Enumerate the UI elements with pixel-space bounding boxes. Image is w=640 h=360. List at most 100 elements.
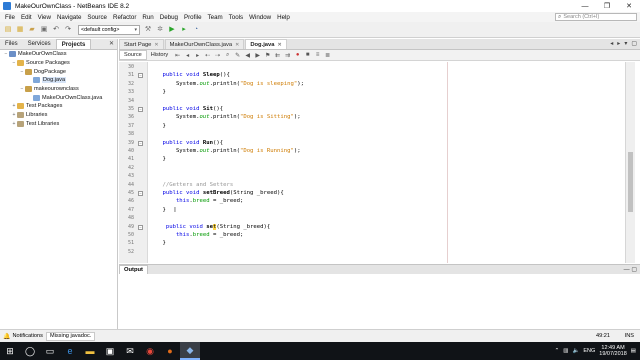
code-line[interactable]: }: [149, 123, 165, 129]
menu-profile[interactable]: Profile: [181, 14, 205, 21]
fold-toggle-icon[interactable]: −: [138, 107, 143, 112]
undo-icon[interactable]: ↶: [51, 25, 61, 35]
tree-node[interactable]: − DogPackage: [0, 67, 117, 76]
code-line[interactable]: this.breed = _breed;: [149, 198, 243, 204]
code-line[interactable]: System.out.println("Dog is Sitting");: [149, 114, 301, 120]
code-line[interactable]: public void set(String _breed){: [149, 223, 270, 230]
menu-team[interactable]: Team: [205, 14, 226, 21]
tab-makeourownclass-java[interactable]: MakeOurOwnClass.java ✕: [164, 39, 245, 49]
scroll-right-icon[interactable]: ▸: [617, 39, 620, 49]
search-icon[interactable]: ◯: [20, 342, 40, 360]
tab-files[interactable]: Files: [0, 39, 23, 49]
code-editor[interactable]: public void Sleep(){ System.out.println(…: [149, 62, 625, 263]
media-player-icon[interactable]: ●: [160, 342, 180, 360]
tree-node[interactable]: + Test Libraries: [0, 120, 117, 129]
volume-icon[interactable]: 🔈: [572, 348, 579, 354]
debug-icon[interactable]: ▸: [179, 25, 189, 35]
uncomment-icon[interactable]: ≣: [323, 51, 332, 59]
close-icon[interactable]: ✕: [620, 0, 638, 12]
code-line[interactable]: //Getters and Setters: [149, 182, 233, 188]
code-line[interactable]: System.out.println("Dog is sleeping");: [149, 81, 304, 87]
run-icon[interactable]: ▶: [167, 25, 177, 35]
last-edit-icon[interactable]: ⇤: [173, 51, 182, 59]
search-input[interactable]: ⌕ Search (Ctrl+I): [555, 13, 637, 21]
redo-icon[interactable]: ↷: [63, 25, 73, 35]
close-icon[interactable]: ✕: [277, 42, 281, 48]
tree-node[interactable]: − makeourownclass: [0, 85, 117, 94]
tab-list-icon[interactable]: ▾: [624, 39, 627, 49]
tree-node[interactable]: Dog.java: [0, 76, 117, 85]
menu-tools[interactable]: Tools: [226, 14, 246, 21]
action-center-icon[interactable]: ▤: [631, 348, 636, 354]
menu-file[interactable]: File: [2, 14, 18, 21]
network-icon[interactable]: ▥: [563, 348, 568, 354]
previous-bookmark-icon[interactable]: ◀: [243, 51, 252, 59]
output-area[interactable]: [119, 274, 640, 329]
menu-edit[interactable]: Edit: [18, 14, 35, 21]
edge-browser-icon[interactable]: e: [60, 342, 80, 360]
file-explorer-icon[interactable]: ▬: [80, 342, 100, 360]
close-icon[interactable]: ✕: [154, 42, 158, 48]
menu-source[interactable]: Source: [84, 14, 110, 21]
new-file-icon[interactable]: ▤: [3, 25, 13, 35]
tab-output[interactable]: Output: [119, 264, 148, 275]
minimize-panel-icon[interactable]: — ▢: [624, 266, 640, 273]
close-icon[interactable]: ✕: [235, 42, 239, 48]
language-indicator[interactable]: ENG: [583, 348, 595, 354]
menu-debug[interactable]: Debug: [157, 14, 181, 21]
tree-node[interactable]: − MakeOurOwnClass: [0, 50, 117, 59]
find-previous-icon[interactable]: ⇠: [203, 51, 212, 59]
fold-toggle-icon[interactable]: −: [138, 191, 143, 196]
shift-left-icon[interactable]: ⇇: [273, 51, 282, 59]
menu-refactor[interactable]: Refactor: [110, 14, 139, 21]
tab-services[interactable]: Services: [23, 39, 56, 49]
code-line[interactable]: public void Sleep(){: [149, 72, 229, 78]
code-line[interactable]: }: [149, 240, 165, 246]
fold-toggle-icon[interactable]: −: [138, 224, 143, 230]
menu-run[interactable]: Run: [139, 14, 156, 21]
clock[interactable]: 12:49 AM 19/07/2018: [599, 345, 627, 358]
tree-node[interactable]: − Source Packages: [0, 59, 117, 68]
menu-window[interactable]: Window: [246, 14, 274, 21]
config-select[interactable]: <default config> ▾: [78, 24, 140, 35]
save-all-icon[interactable]: ▣: [39, 25, 49, 35]
code-line[interactable]: System.out.println("Dog is Running");: [149, 148, 301, 154]
tree-node[interactable]: MakeOurOwnClass.java: [0, 93, 117, 102]
next-bookmark-icon[interactable]: ▶: [253, 51, 262, 59]
maximize-icon[interactable]: ❐: [598, 0, 616, 12]
code-line[interactable]: public void setBreed(String _breed){: [149, 190, 283, 196]
build-icon[interactable]: ⚒: [143, 25, 153, 35]
editor-scrollbar[interactable]: [625, 62, 635, 263]
chrome-icon[interactable]: ◉: [140, 342, 160, 360]
minimize-icon[interactable]: —: [576, 0, 594, 12]
code-line[interactable]: public void Sit(){: [149, 106, 223, 112]
clean-build-icon[interactable]: ✲: [155, 25, 165, 35]
chevron-up-icon[interactable]: ⌃: [555, 348, 560, 354]
close-panel-icon[interactable]: ✕: [109, 39, 117, 49]
start-macro-icon[interactable]: ●: [293, 51, 302, 59]
menu-view[interactable]: View: [35, 14, 54, 21]
code-line[interactable]: }: [149, 156, 165, 162]
find-next-icon[interactable]: ⇢: [213, 51, 222, 59]
notifications-button[interactable]: 🔔 Notifications: [0, 333, 46, 340]
toggle-bookmark-icon[interactable]: ⚑: [263, 51, 272, 59]
windows-start-icon[interactable]: ⊞: [0, 342, 20, 360]
fold-toggle-icon[interactable]: −: [138, 73, 143, 79]
find-selection-icon[interactable]: ⌕: [223, 51, 232, 59]
store-icon[interactable]: ▣: [100, 342, 120, 360]
open-project-icon[interactable]: ▰: [27, 25, 37, 35]
profile-icon[interactable]: ◔: [191, 25, 201, 35]
code-line[interactable]: public void Run(){: [149, 140, 223, 146]
comment-icon[interactable]: ≡: [313, 51, 322, 59]
tree-node[interactable]: + Test Packages: [0, 102, 117, 111]
stop-macro-icon[interactable]: ■: [303, 51, 312, 59]
netbeans-taskbar-icon[interactable]: ◆: [180, 342, 200, 360]
forward-icon[interactable]: ▸: [193, 51, 202, 59]
maximize-editor-icon[interactable]: ▢: [631, 39, 637, 49]
new-project-icon[interactable]: ▦: [15, 25, 25, 35]
code-line[interactable]: }: [149, 89, 165, 95]
code-line[interactable]: this.breed = _breed;: [149, 232, 243, 238]
tab-dog-java[interactable]: Dog.java ✕: [245, 39, 287, 49]
mail-icon[interactable]: ✉: [120, 342, 140, 360]
task-view-icon[interactable]: ▭: [40, 342, 60, 360]
